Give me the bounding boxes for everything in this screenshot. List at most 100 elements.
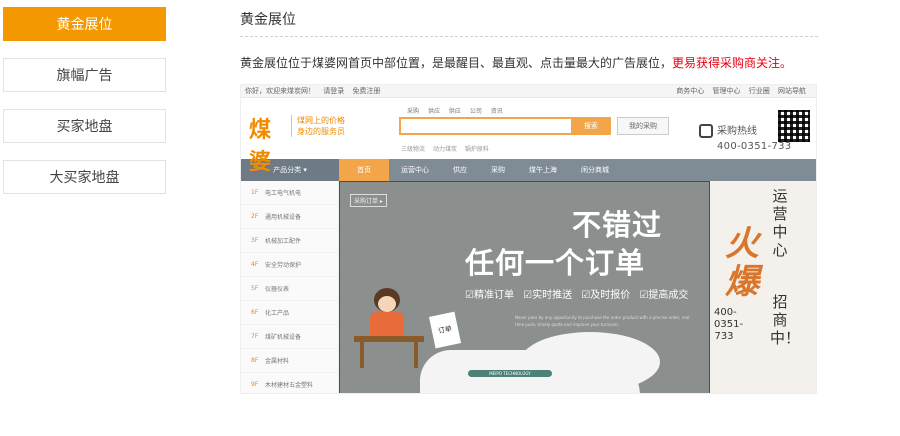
mock-search-category: 采购 [407, 108, 420, 115]
mock-hot-word: 锅炉原料 [464, 146, 489, 153]
mock-nav-item: 采购 [491, 166, 505, 174]
mock-topbar: 你好，欢迎来煤炭网！ 请登录 免费注册 商务中心 管理中心 行业圈 网站导航 [241, 85, 816, 98]
mock-topbar-left: 你好，欢迎来煤炭网！ 请登录 免费注册 [245, 86, 386, 96]
kid-at-desk-illustration [354, 288, 424, 368]
mock-welcome: 你好，欢迎来煤炭网！ [245, 87, 315, 95]
banner-feature: ☑实时推送 [523, 290, 573, 301]
example-screenshot: 你好，欢迎来煤炭网！ 请登录 免费注册 商务中心 管理中心 行业圈 网站导航 煤… [240, 84, 817, 394]
gold-booth-banner: 采购订单 ▸ 不错过 任何一个订单 ☑精准订单 ☑实时推送 ☑及时报价 ☑提高成… [339, 181, 710, 393]
phone-icon [699, 124, 713, 138]
category-label: 仪器仪表 [265, 286, 290, 293]
banner-features: ☑精准订单 ☑实时推送 ☑及时报价 ☑提高成交 [465, 286, 694, 301]
mock-nav-category-label: 产品分类 [273, 166, 302, 174]
mock-topbar-link: 网站导航 [778, 87, 806, 95]
banner-tag: 采购订单 ▸ [350, 194, 387, 207]
category-label: 电工电气机电 [265, 190, 302, 197]
ad-type-tabs: 黄金展位 旗幅广告 买家地盘 大买家地盘 [3, 7, 166, 211]
mock-topbar-link: 行业圈 [748, 87, 770, 95]
tab-big-buyer-area[interactable]: 大买家地盘 [3, 160, 166, 194]
floor-label: 8F [251, 357, 259, 364]
order-paper: 订单 [428, 311, 462, 349]
floor-label: 3F [251, 237, 259, 244]
mock-promo-panel: 运营中心 火爆 400-0351-733 招商中！ [710, 181, 816, 393]
mock-logo: 煤婆 [249, 117, 272, 175]
page: 黄金展位 旗幅广告 买家地盘 大买家地盘 黄金展位 黄金展位位于煤婆网首页中部位… [0, 0, 900, 436]
desk-leg [414, 342, 418, 368]
mock-search-input [399, 117, 591, 135]
banner-feature: ☑及时报价 [581, 290, 631, 301]
dashed-divider [240, 36, 818, 37]
banner-feature: ☑精准订单 [465, 290, 514, 301]
mock-nav: 产品分类 ▾ 首页 运营中心 供应 采购 煤午上海 闲分商城 [241, 159, 816, 181]
section-title: 黄金展位 [240, 12, 296, 28]
category-label: 通用机械设备 [265, 214, 302, 221]
mock-category-row: 5F 仪器仪表 [241, 277, 338, 301]
mock-slogan: 煤网上的价格 身边的服务员 [291, 115, 345, 137]
description-highlight: 更易获得采购商关注。 [672, 56, 793, 70]
mock-category-row: 3F 机械加工配件 [241, 229, 338, 253]
mock-category-row: 7F 煤矿机械设备 [241, 325, 338, 349]
desk-leg [360, 342, 364, 368]
tab-banner-ad[interactable]: 旗幅广告 [3, 58, 166, 92]
mock-category-row: 4F 安全劳动保护 [241, 253, 338, 277]
mock-topbar-link: 管理中心 [712, 87, 741, 95]
mock-category-row: 2F 通用机械设备 [241, 205, 338, 229]
mock-hot-words: 三级物流 动力煤炭 锅炉原料 [401, 144, 495, 153]
banner-headline-2: 任何一个订单 [465, 246, 646, 280]
kid-shirt [370, 312, 404, 338]
category-label: 机械加工配件 [265, 238, 302, 245]
mock-category-row: 6F 化工产品 [241, 301, 338, 325]
mock-slogan-line: 煤网上的价格 [297, 116, 345, 125]
promo-fire-text: 火爆 [725, 224, 759, 302]
mock-nav-item: 供应 [453, 166, 467, 174]
floor-label: 1F [251, 189, 259, 196]
mock-search-category: 供应 [427, 108, 440, 115]
mock-search-category: 公司 [469, 108, 482, 115]
category-label: 金属材料 [265, 358, 290, 365]
mock-hot-word: 三级物流 [401, 146, 426, 153]
kid-face [378, 296, 396, 312]
mock-nav-item: 闲分商城 [581, 166, 609, 174]
mock-search-category: 供应 [448, 108, 461, 115]
mock-register: 免费注册 [352, 87, 381, 95]
banner-headline-1: 不错过 [572, 208, 663, 242]
mock-body: 1F 电工电气机电 2F 通用机械设备 3F 机械加工配件 4F 安全劳动保护 5F 仪器… [241, 181, 816, 393]
mock-topbar-right: 商务中心 管理中心 行业圈 网站导航 [676, 86, 812, 96]
mock-hotline-number: 400-0351-733 [717, 141, 792, 152]
mock-slogan-line: 身边的服务员 [297, 127, 345, 136]
mock-header: 煤婆 煤网上的价格 身边的服务员 采购 供应 供应 公司 资讯 搜索 我的采购 … [241, 98, 816, 175]
floor-label: 4F [251, 261, 259, 268]
promo-recruit-text: 招商中！ [770, 293, 801, 347]
mock-purchase-button: 我的采购 [617, 117, 669, 135]
category-label: 化工产品 [265, 310, 290, 317]
tab-gold-booth[interactable]: 黄金展位 [3, 7, 166, 41]
mock-nav-item: 煤午上海 [529, 166, 557, 174]
mock-topbar-link: 商务中心 [676, 87, 705, 95]
mock-category-row: 8F 金属材料 [241, 349, 338, 373]
banner-pill: MEIPO TECHNOLOGY [468, 370, 552, 377]
mock-category-row: 1F 电工电气机电 [241, 181, 338, 205]
category-label: 煤矿机械设备 [265, 334, 302, 341]
mock-search-button: 搜索 [571, 117, 611, 135]
promo-vertical-text: 运营中心 [772, 187, 788, 259]
mock-hot-word: 动力煤炭 [432, 146, 457, 153]
banner-small-text: Never pass by any opportunity to purchas… [515, 315, 691, 327]
mock-category-list: 1F 电工电气机电 2F 通用机械设备 3F 机械加工配件 4F 安全劳动保护 5F 仪器… [241, 181, 339, 393]
mock-search-category: 资讯 [490, 108, 503, 115]
promo-phone-vertical: 400-0351-733 [714, 307, 744, 342]
banner-feature: ☑提高成交 [639, 290, 689, 301]
floor-label: 9F [251, 381, 259, 388]
floor-label: 7F [251, 333, 259, 340]
mock-nav-item: 首页 [339, 159, 389, 181]
tab-buyer-area[interactable]: 买家地盘 [3, 109, 166, 143]
floor-label: 2F [251, 213, 259, 220]
category-label: 安全劳动保护 [265, 262, 302, 269]
floor-label: 5F [251, 285, 259, 292]
category-label: 木材建材五金塑料 [265, 382, 314, 389]
mock-category-row: 9F 木材建材五金塑料 [241, 373, 338, 393]
mock-nav-item: 运营中心 [401, 166, 429, 174]
floor-label: 6F [251, 309, 259, 316]
qr-code-icon [778, 110, 810, 142]
mock-login: 请登录 [323, 87, 345, 95]
section-description: 黄金展位位于煤婆网首页中部位置，是最醒目、最直观、点击量最大的广告展位，更易获得… [240, 54, 792, 71]
